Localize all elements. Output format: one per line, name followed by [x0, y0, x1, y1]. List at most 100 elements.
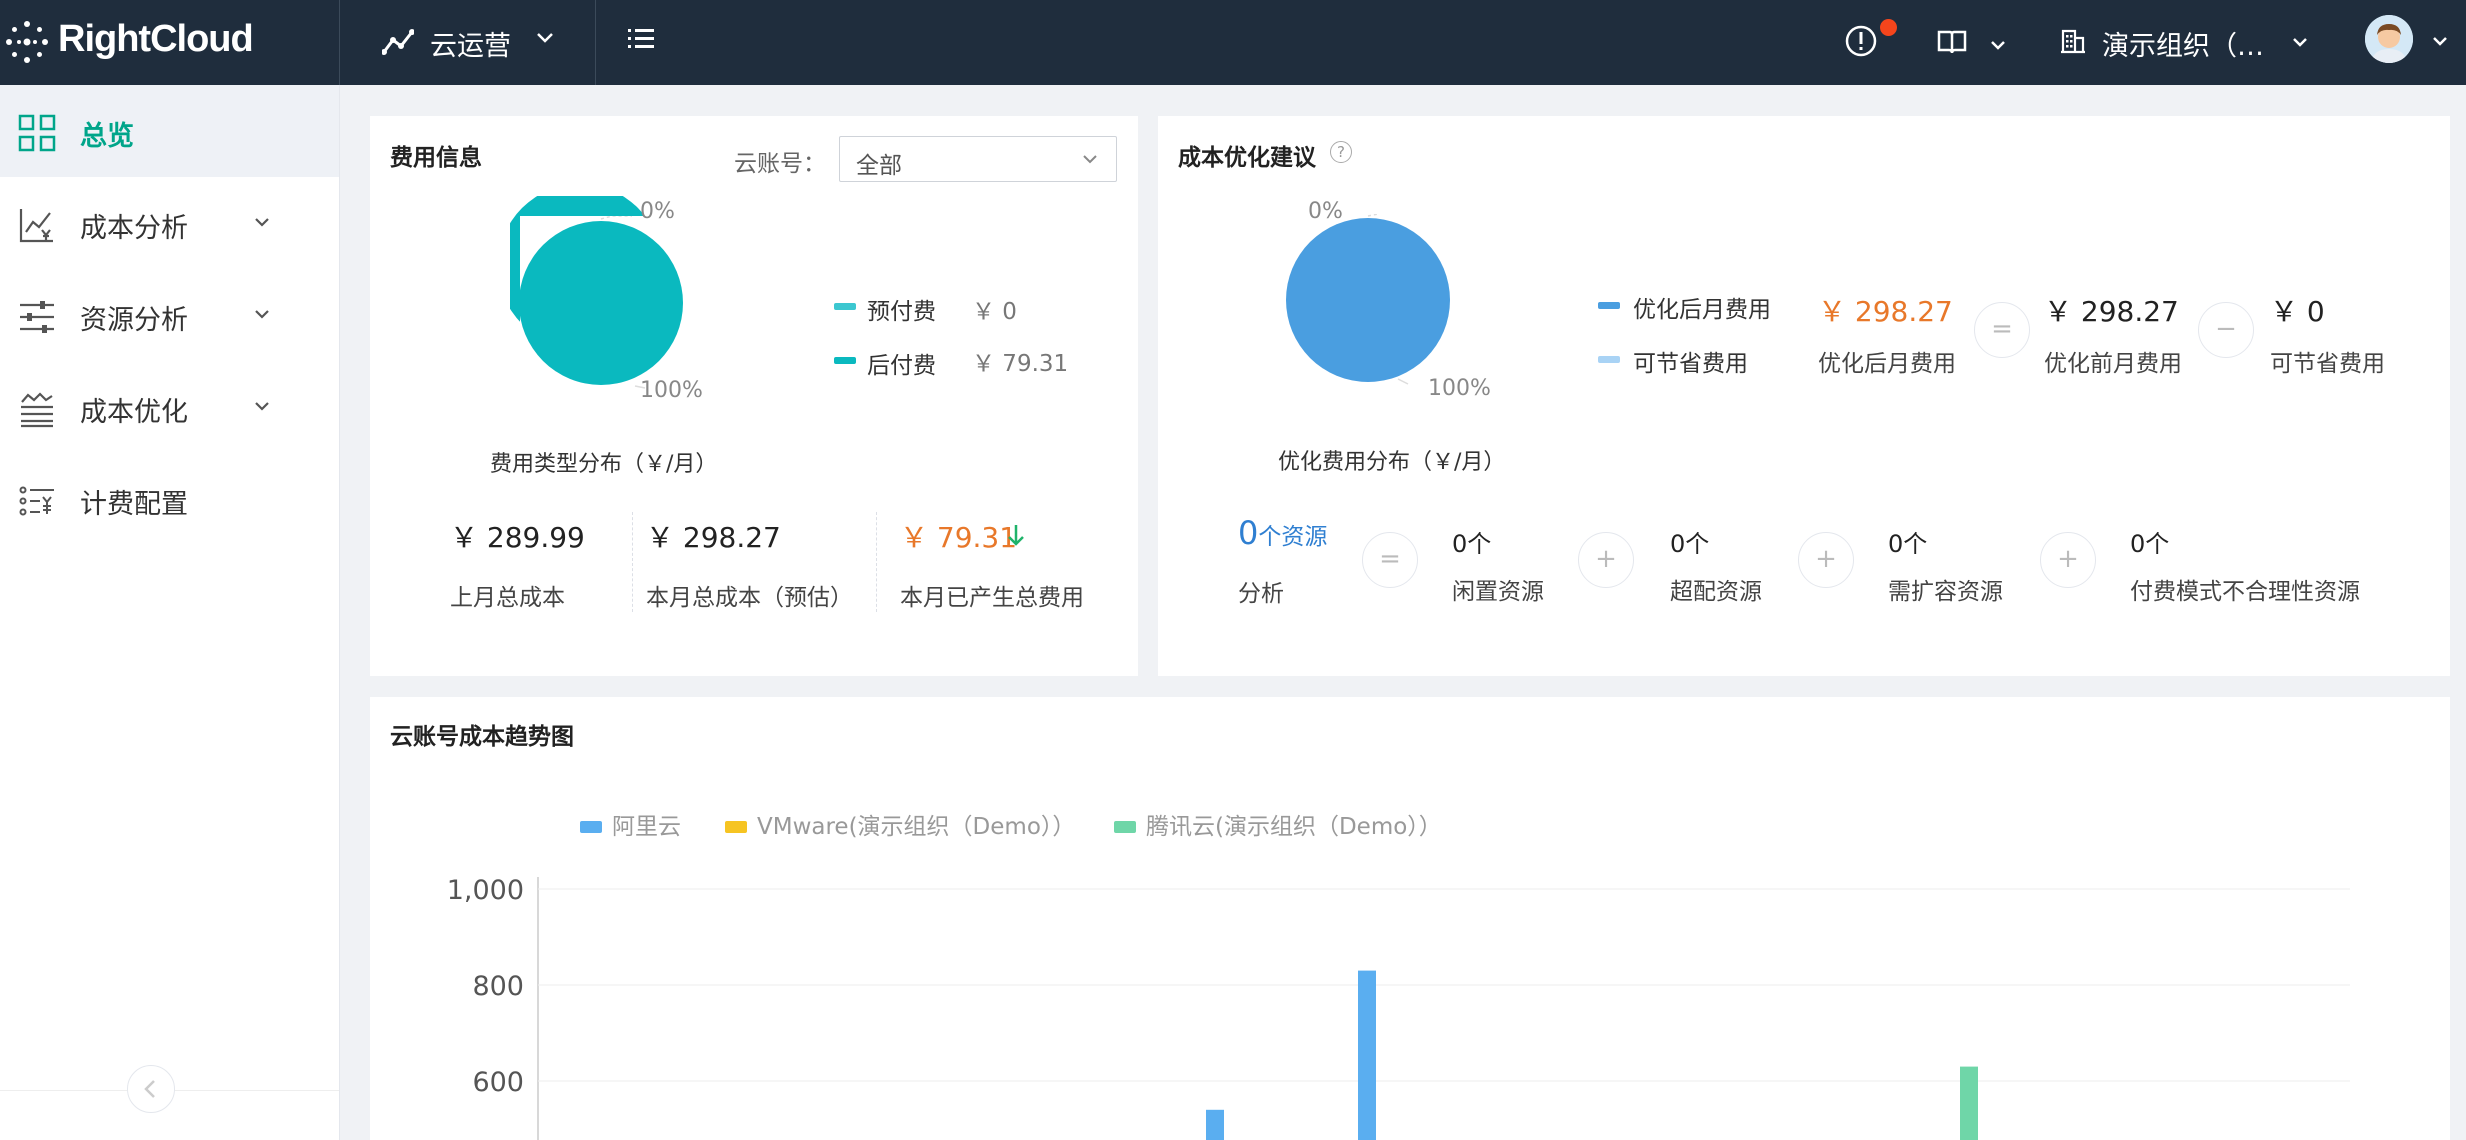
y-tick-label: 600 — [472, 1067, 524, 1098]
chevron-down-icon — [2293, 38, 2307, 47]
chevron-down-icon[interactable] — [2432, 36, 2448, 47]
analyzed-resources-link[interactable]: 0个资源 — [1238, 514, 1327, 552]
chevron-down-icon — [537, 33, 553, 43]
billing-mode-resources-value: 0个 — [2130, 530, 2170, 558]
pie-caption: 费用类型分布（￥/月） — [490, 452, 718, 477]
legend-swatch-postpaid — [834, 357, 856, 364]
help-icon[interactable]: ? — [1330, 141, 1352, 163]
plus-icon: + — [1578, 532, 1634, 588]
pie-caption: 优化费用分布（￥/月） — [1278, 450, 1506, 475]
account-label: 云账号： — [734, 151, 826, 177]
legend-swatch[interactable] — [1114, 821, 1136, 833]
chevron-down-icon[interactable] — [1990, 40, 2006, 51]
month-cost-estimate-label: 本月总成本（预估） — [646, 585, 853, 611]
legend-label-optimized: 优化后月费用 — [1633, 297, 1771, 323]
sidebar-item-label: 资源分析 — [80, 305, 188, 336]
sidebar-item-cost-optimization[interactable]: 成本优化 — [0, 361, 339, 453]
notification-badge — [1880, 19, 1897, 36]
chevron-down-icon — [255, 310, 269, 319]
idle-resources-label: 闲置资源 — [1452, 579, 1544, 605]
cost-info-card: 费用信息 云账号： 全部 0% 100% 费用类型分布（￥/月） 预付费 ￥ 0… — [370, 116, 1138, 676]
arrow-down-icon — [1008, 525, 1024, 546]
pie-label-bottom: 100% — [640, 378, 703, 403]
scale-up-resources-label: 需扩容资源 — [1888, 579, 2003, 605]
sidebar-item-cost-analysis[interactable]: 成本分析 — [0, 177, 339, 269]
stat-divider — [632, 512, 633, 612]
legend-label[interactable]: 腾讯云(演示组织（Demo）） — [1146, 814, 1442, 840]
sidebar-item-billing-config[interactable]: 计费配置 — [0, 453, 339, 545]
module-switcher[interactable]: 云运营 — [340, 0, 596, 85]
pie-label-top: 0% — [1308, 199, 1343, 224]
scale-up-resources-value: 0个 — [1888, 530, 1928, 558]
cost-chart-icon — [19, 209, 53, 243]
menu-list-icon[interactable] — [626, 24, 656, 54]
y-tick-label: 800 — [472, 971, 524, 1002]
legend-label[interactable]: 阿里云 — [612, 814, 681, 840]
book-icon[interactable] — [1936, 28, 1968, 56]
legend-swatch[interactable] — [725, 821, 747, 833]
analyzed-resources-unit: 个资源 — [1258, 524, 1328, 550]
stat-divider — [876, 512, 877, 612]
chevron-left-icon — [144, 1080, 155, 1098]
optimized-cost-label: 优化后月费用 — [1818, 351, 1956, 377]
brand[interactable]: RightCloud — [0, 0, 340, 85]
legend-swatch[interactable] — [580, 821, 602, 833]
over-provisioned-value: 0个 — [1670, 530, 1710, 558]
minus-icon: − — [2198, 302, 2254, 358]
sidebar-item-overview[interactable]: 总览 — [0, 85, 339, 177]
user-avatar[interactable] — [2365, 15, 2413, 63]
legend-swatch-prepaid — [834, 303, 856, 310]
organization-name: 演示组织（D... — [2102, 31, 2282, 62]
billing-list-icon — [19, 486, 54, 516]
collapse-sidebar-button[interactable] — [127, 1065, 175, 1113]
optimize-icon — [21, 392, 53, 428]
sidebar-item-resource-analysis[interactable]: 资源分析 — [0, 269, 339, 361]
month-cost-estimate-value: ￥ 298.27 — [646, 521, 781, 554]
grid-icon — [18, 114, 56, 152]
optimization-card: 成本优化建议 ? 0% 100% 优化费用分布（￥/月） 优化后月费用 可节省费… — [1158, 116, 2450, 676]
legend-label-postpaid: 后付费 — [867, 353, 936, 379]
y-tick-label: 1,000 — [447, 875, 524, 906]
chevron-down-icon — [1083, 155, 1097, 164]
legend-swatch-savings — [1598, 356, 1620, 363]
sliders-icon — [20, 301, 54, 333]
equals-icon: = — [1362, 532, 1418, 588]
alert-icon[interactable] — [1844, 24, 1878, 58]
module-name: 云运营 — [430, 31, 511, 62]
sidebar-item-label: 成本优化 — [80, 397, 188, 428]
last-month-cost-value: ￥ 289.99 — [450, 521, 585, 554]
logo-text: RightCloud — [58, 18, 254, 60]
legend-label[interactable]: VMware(演示组织（Demo）） — [757, 814, 1075, 840]
chevron-down-icon — [255, 402, 269, 411]
month-cost-incurred-value: ￥ 79.31 — [900, 521, 1018, 554]
pie-leader-line — [1397, 378, 1409, 385]
legend-value-prepaid: ￥ 0 — [972, 299, 1017, 325]
building-icon — [2061, 29, 2085, 54]
pie-slice-postpaid — [520, 221, 683, 385]
trend-line-icon — [382, 29, 414, 55]
bar[interactable] — [1206, 1109, 1224, 1140]
fee-type-pie — [520, 216, 750, 446]
optimization-pie — [1286, 214, 1450, 385]
bar[interactable] — [1358, 970, 1376, 1140]
pie-leader-line — [1367, 214, 1379, 217]
plus-icon: + — [1798, 532, 1854, 588]
sidebar-item-label: 总览 — [80, 121, 134, 152]
bar[interactable] — [1960, 1066, 1978, 1140]
cost-trend-chart: 阿里云 VMware(演示组织（Demo）） 腾讯云(演示组织（Demo）） 1,00… — [447, 814, 2350, 1140]
over-provisioned-label: 超配资源 — [1670, 579, 1762, 605]
plus-icon: + — [2040, 532, 2096, 588]
savings-label: 可节省费用 — [2270, 351, 2385, 377]
account-select[interactable]: 全部 — [839, 136, 1117, 182]
billing-mode-resources-label: 付费模式不合理性资源 — [2130, 579, 2360, 605]
account-select-value: 全部 — [856, 153, 902, 179]
pie-slice-optimized — [1286, 218, 1450, 382]
legend-label-prepaid: 预付费 — [867, 299, 936, 325]
savings-value: ￥ 0 — [2270, 295, 2325, 328]
pie-label-bottom: 100% — [1428, 376, 1491, 401]
top-navigation-bar: RightCloud 云运营 演示组织（D... — [0, 0, 2466, 85]
sidebar-item-label: 计费配置 — [80, 489, 188, 520]
pie-label-top: 0% — [640, 199, 675, 224]
chevron-down-icon — [255, 218, 269, 227]
card-title: 费用信息 — [390, 145, 482, 171]
